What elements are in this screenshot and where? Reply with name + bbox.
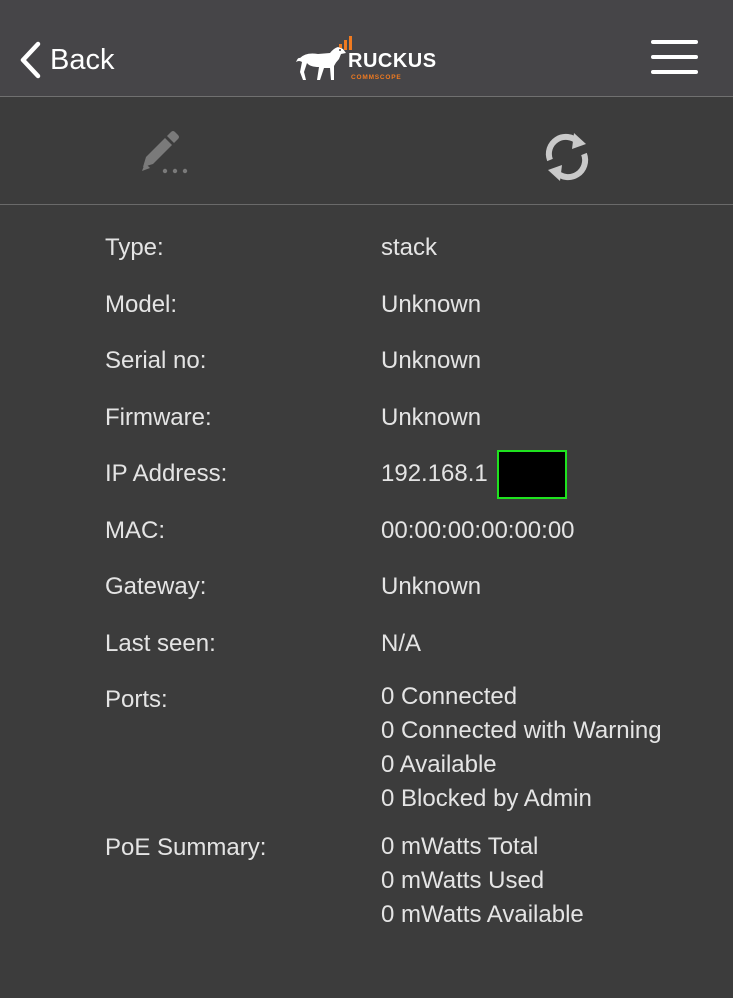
serial-value: Unknown xyxy=(381,347,482,374)
firmware-label: Firmware: xyxy=(105,404,212,431)
ports-values: 0 Connected 0 Connected with Warning 0 A… xyxy=(381,680,662,816)
gateway-label: Gateway: xyxy=(105,573,207,600)
nav-bar: Back RUCKUS COMMSCOPE xyxy=(0,0,733,97)
ports-available: 0 Available xyxy=(381,751,497,778)
last-seen-value: N/A xyxy=(381,630,422,657)
logo-wordmark: RUCKUS xyxy=(348,50,437,72)
edit-button[interactable] xyxy=(138,127,196,179)
ruckus-logo: RUCKUS COMMSCOPE xyxy=(296,32,446,84)
serial-label: Serial no: xyxy=(105,347,207,374)
ports-connected-warning: 0 Connected with Warning xyxy=(381,717,662,744)
device-detail-screen: Back RUCKUS COMMSCOPE Type: stack Model:… xyxy=(0,0,733,998)
model-label: Model: xyxy=(105,291,178,318)
refresh-button[interactable] xyxy=(540,130,594,184)
poe-used: 0 mWatts Used xyxy=(381,867,545,894)
firmware-value: Unknown xyxy=(381,404,482,431)
gateway-value: Unknown xyxy=(381,573,482,600)
mac-value: 00:00:00:00:00:00 xyxy=(381,517,575,544)
poe-summary-label: PoE Summary: xyxy=(105,834,267,861)
redaction-box xyxy=(497,450,567,499)
poe-values: 0 mWatts Total 0 mWatts Used 0 mWatts Av… xyxy=(381,830,584,932)
back-label: Back xyxy=(50,43,115,76)
toolbar xyxy=(0,97,733,205)
pencil-icon xyxy=(142,131,188,174)
poe-available: 0 mWatts Available xyxy=(381,901,584,928)
chevron-left-icon xyxy=(20,41,41,79)
type-value: stack xyxy=(381,234,438,261)
ports-label: Ports: xyxy=(105,686,168,713)
mac-label: MAC: xyxy=(105,517,165,544)
model-value: Unknown xyxy=(381,291,482,318)
logo-subtext: COMMSCOPE xyxy=(351,74,402,81)
back-button[interactable]: Back xyxy=(18,36,114,84)
refresh-icon xyxy=(545,133,589,181)
ports-blocked: 0 Blocked by Admin xyxy=(381,785,592,812)
ruckus-dog-logo xyxy=(296,36,352,80)
hamburger-menu-icon[interactable] xyxy=(648,38,700,78)
type-label: Type: xyxy=(105,234,164,261)
poe-total: 0 mWatts Total xyxy=(381,833,539,860)
last-seen-label: Last seen: xyxy=(105,630,216,657)
ports-connected: 0 Connected xyxy=(381,683,518,710)
ip-address-value: 192.168.1 xyxy=(381,460,488,487)
ip-address-label: IP Address: xyxy=(105,460,228,487)
